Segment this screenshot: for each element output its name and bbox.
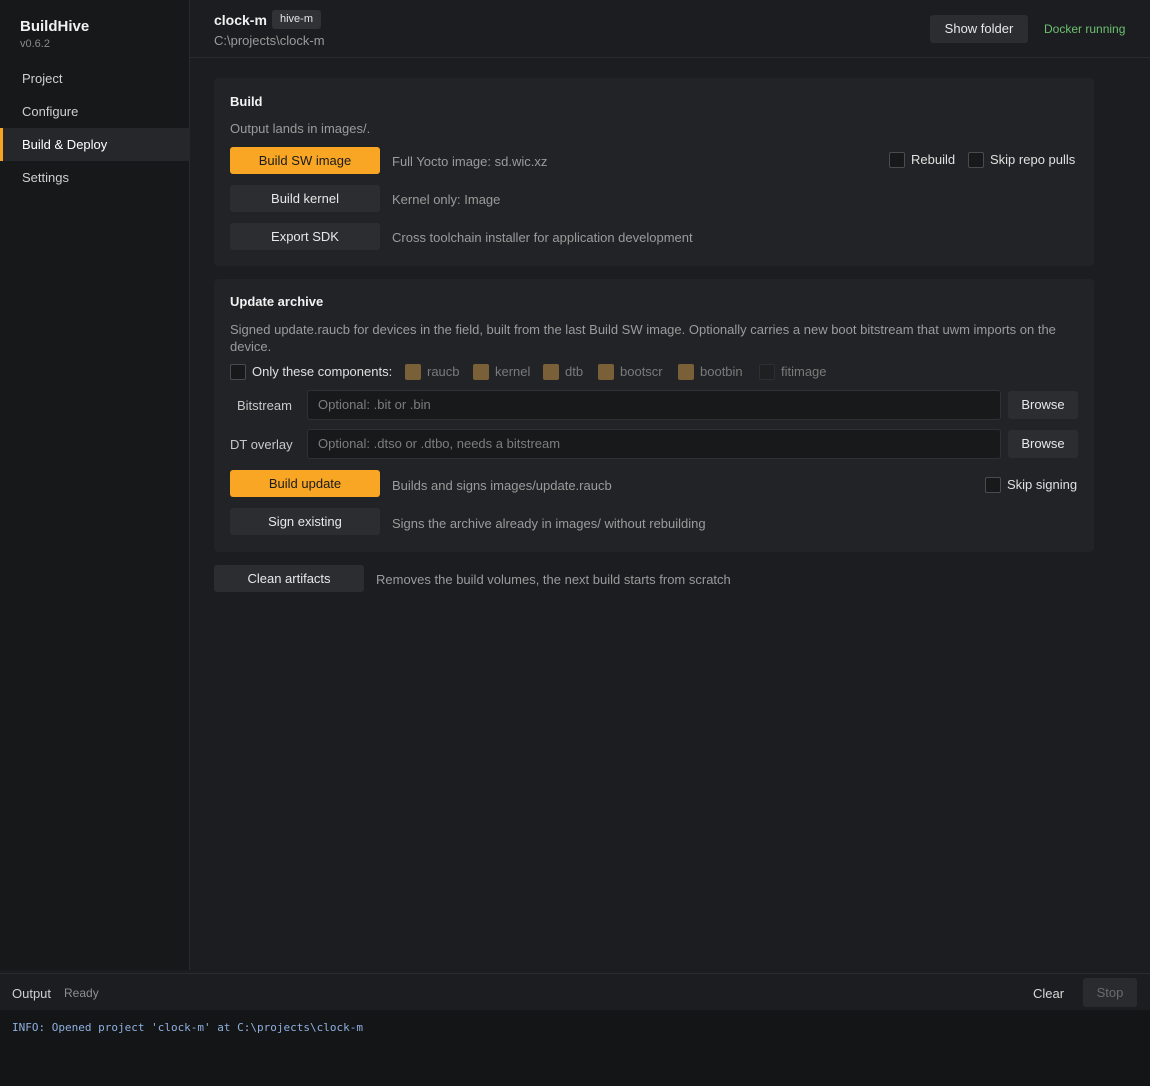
output-toolbar: Output Ready Clear Stop [0, 973, 1150, 1010]
output-log: INFO: Opened project 'clock-m' at C:\pro… [0, 1010, 1150, 1086]
output-title: Output [12, 986, 52, 1001]
build-card: Build Output lands in images/. Build SW … [214, 78, 1094, 266]
component-bootbin-label: bootbin [700, 364, 743, 380]
stop-button[interactable]: Stop [1083, 978, 1137, 1007]
skip-repo-pulls-label: Skip repo pulls [990, 152, 1076, 168]
header: clock-m hive-m C:\projects\clock-m Show … [190, 0, 1150, 58]
skip-repo-pulls-checkbox[interactable] [968, 151, 984, 168]
build-subtitle: Output lands in images/. [230, 121, 371, 136]
component-bootbin: bootbin [678, 363, 743, 380]
bitstream-input[interactable]: Optional: .bit or .bin [307, 390, 1001, 420]
only-components-label: Only these components: [252, 364, 393, 380]
brand: BuildHive v0.6.2 [20, 18, 89, 50]
sidebar-item-build-deploy[interactable]: Build & Deploy [0, 128, 190, 161]
skip-signing-label: Skip signing [1007, 477, 1078, 493]
component-bootscr-checkbox [598, 363, 614, 380]
build-title: Build [230, 94, 263, 109]
component-fitimage: fitimage [759, 363, 827, 380]
log-line: INFO: Opened project 'clock-m' at C:\pro… [12, 1021, 363, 1034]
component-kernel: kernel [473, 363, 530, 380]
build-sw-image-desc: Full Yocto image: sd.wic.xz [392, 154, 548, 169]
export-sdk-button[interactable]: Export SDK [230, 223, 380, 250]
component-dtb-checkbox [543, 363, 559, 380]
clean-artifacts-desc: Removes the build volumes, the next buil… [376, 572, 731, 587]
update-archive-card: Update archive Signed update.raucb for d… [214, 279, 1094, 552]
docker-status: Docker running [1044, 22, 1126, 36]
build-kernel-desc: Kernel only: Image [392, 192, 501, 207]
show-folder-button[interactable]: Show folder [930, 15, 1028, 43]
component-raucb-label: raucb [427, 364, 460, 380]
component-bootscr: bootscr [598, 363, 663, 380]
component-kernel-label: kernel [495, 364, 531, 380]
rebuild-option[interactable]: Rebuild [889, 151, 955, 168]
clear-output-button[interactable]: Clear [1033, 986, 1064, 1001]
dt-overlay-label: DT overlay [230, 437, 293, 452]
only-components-option[interactable]: Only these components: [230, 363, 392, 380]
component-kernel-checkbox [473, 363, 489, 380]
build-update-desc: Builds and signs images/update.raucb [392, 478, 612, 493]
skip-repo-pulls-option[interactable]: Skip repo pulls [968, 151, 1075, 168]
export-sdk-desc: Cross toolchain installer for applicatio… [392, 230, 693, 245]
sign-existing-desc: Signs the archive already in images/ wit… [392, 516, 706, 531]
rebuild-label: Rebuild [911, 152, 956, 168]
update-archive-title: Update archive [230, 294, 324, 309]
sidebar-item-settings[interactable]: Settings [0, 161, 190, 194]
sidebar-nav: Project Configure Build & Deploy Setting… [0, 62, 190, 194]
project-path: C:\projects\clock-m [214, 33, 325, 48]
bitstream-browse-button[interactable]: Browse [1008, 391, 1078, 419]
sidebar-item-project[interactable]: Project [0, 62, 190, 95]
build-update-button[interactable]: Build update [230, 470, 380, 497]
skip-signing-checkbox[interactable] [985, 476, 1001, 493]
sidebar: BuildHive v0.6.2 Project Configure Build… [0, 0, 190, 970]
component-bootscr-label: bootscr [620, 364, 663, 380]
dt-overlay-input[interactable]: Optional: .dtso or .dtbo, needs a bitstr… [307, 429, 1001, 459]
component-fitimage-label: fitimage [781, 364, 827, 380]
component-raucb: raucb [405, 363, 460, 380]
sign-existing-button[interactable]: Sign existing [230, 508, 380, 535]
sidebar-item-configure[interactable]: Configure [0, 95, 190, 128]
component-dtb: dtb [543, 363, 583, 380]
update-archive-description: Signed update.raucb for devices in the f… [230, 322, 1056, 354]
component-fitimage-checkbox [759, 363, 775, 380]
component-raucb-checkbox [405, 363, 421, 380]
skip-signing-option[interactable]: Skip signing [985, 476, 1077, 493]
bitstream-label: Bitstream [237, 398, 292, 413]
only-components-checkbox[interactable] [230, 363, 246, 380]
build-kernel-button[interactable]: Build kernel [230, 185, 380, 212]
component-bootbin-checkbox [678, 363, 694, 380]
project-name: clock-m [214, 12, 267, 28]
build-sw-image-button[interactable]: Build SW image [230, 147, 380, 174]
project-tag-badge: hive-m [272, 10, 322, 29]
app-version: v0.6.2 [20, 38, 50, 50]
component-dtb-label: dtb [565, 364, 584, 380]
rebuild-checkbox[interactable] [889, 151, 905, 168]
app-name: BuildHive [20, 18, 90, 35]
dt-overlay-browse-button[interactable]: Browse [1008, 430, 1078, 458]
clean-artifacts-button[interactable]: Clean artifacts [214, 565, 364, 592]
output-status: Ready [64, 986, 99, 1000]
